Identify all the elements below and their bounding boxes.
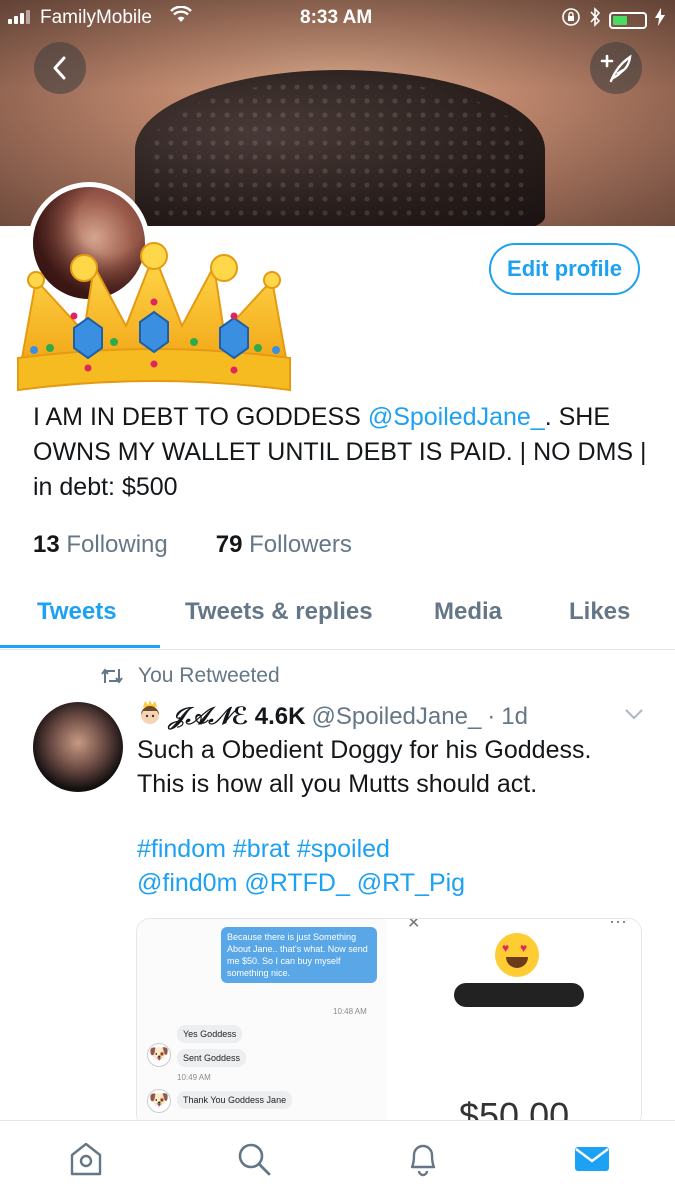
tweet-text: Such a Obedient Doggy for his Goddess. T…	[137, 736, 592, 798]
retweet-context: You Retweeted	[100, 664, 280, 688]
status-time: 8:33 AM	[300, 7, 373, 28]
bluetooth-icon	[589, 7, 601, 33]
chat-bubble: Because there is just Something About Ja…	[221, 927, 377, 983]
following-link[interactable]: 13 Following	[33, 531, 168, 559]
notifications-icon[interactable]	[403, 1139, 443, 1179]
tweet-hashtags: #findom #brat #spoiled @find0m @RTFD_ @R…	[137, 832, 657, 900]
tweet-author-avatar[interactable]	[33, 702, 123, 792]
tab-tweets-and-replies[interactable]: Tweets & replies	[185, 598, 373, 626]
princess-emoji-icon	[137, 699, 163, 734]
tab-tweets[interactable]: Tweets	[37, 598, 117, 626]
wifi-icon	[170, 5, 192, 29]
media-image-chat[interactable]: Because there is just Something About Ja…	[137, 919, 389, 1127]
retweet-label: You Retweeted	[138, 664, 280, 687]
close-icon: ✕	[407, 918, 421, 932]
chevron-left-icon	[53, 56, 66, 80]
hashtag-links[interactable]: #findom #brat #spoiled	[137, 832, 657, 866]
tab-media[interactable]: Media	[434, 598, 502, 626]
signal-icon	[8, 10, 30, 24]
battery-icon	[609, 11, 647, 29]
mention-links[interactable]: @find0m @RTFD_ @RT_Pig	[137, 866, 657, 900]
search-icon[interactable]	[234, 1139, 274, 1179]
heart-eyes-emoji-icon: ♥ ♥	[495, 933, 539, 977]
edit-profile-button[interactable]: Edit profile	[489, 243, 640, 295]
status-bar: FamilyMobile 8:33 AM	[0, 0, 675, 34]
home-icon[interactable]	[66, 1139, 106, 1179]
tweet-author-name-suffix: 4.6K	[254, 702, 306, 730]
profile-bio: I AM IN DEBT TO GODDESS @SpoiledJane_. S…	[33, 403, 647, 501]
bottom-navigation	[0, 1120, 675, 1200]
feather-plus-icon	[600, 54, 632, 83]
messages-icon[interactable]	[572, 1139, 612, 1179]
charging-icon	[655, 8, 665, 32]
profile-tabs: Tweets Tweets & replies Media Likes	[0, 588, 675, 650]
dog-emoji-icon: 🐶	[147, 1043, 171, 1067]
carrier-name: FamilyMobile	[40, 7, 152, 28]
profile-stats: 13 Following 79 Followers	[33, 531, 352, 559]
tweet-author-handle[interactable]: @SpoiledJane_	[311, 703, 481, 731]
bio-mention-link[interactable]: @SpoiledJane_	[368, 403, 545, 431]
tweet-author-name[interactable]: 𝒥𝒜𝒩ℰ	[169, 702, 249, 731]
redacted-name	[454, 983, 584, 1007]
tweet-media[interactable]: Because there is just Something About Ja…	[136, 918, 642, 1128]
profile-page: FamilyMobile 8:33 AM Edit profile I AM I…	[0, 0, 675, 1200]
followers-link[interactable]: 79 Followers	[216, 531, 352, 559]
tweet-header: 𝒥𝒜𝒩ℰ 4.6K @SpoiledJane_ · 1d	[137, 699, 528, 734]
rotation-lock-icon	[561, 7, 581, 33]
active-tab-indicator	[0, 645, 160, 648]
back-button[interactable]	[34, 42, 86, 94]
crown-sticker-icon	[17, 242, 291, 392]
tweet-age: 1d	[501, 702, 528, 730]
retweet-icon	[101, 668, 123, 684]
compose-tweet-button[interactable]	[590, 42, 642, 94]
more-icon: ···	[609, 918, 627, 931]
chevron-down-icon[interactable]	[622, 702, 646, 728]
dog-emoji-icon: 🐶	[147, 1089, 171, 1113]
tab-likes[interactable]: Likes	[569, 598, 630, 626]
